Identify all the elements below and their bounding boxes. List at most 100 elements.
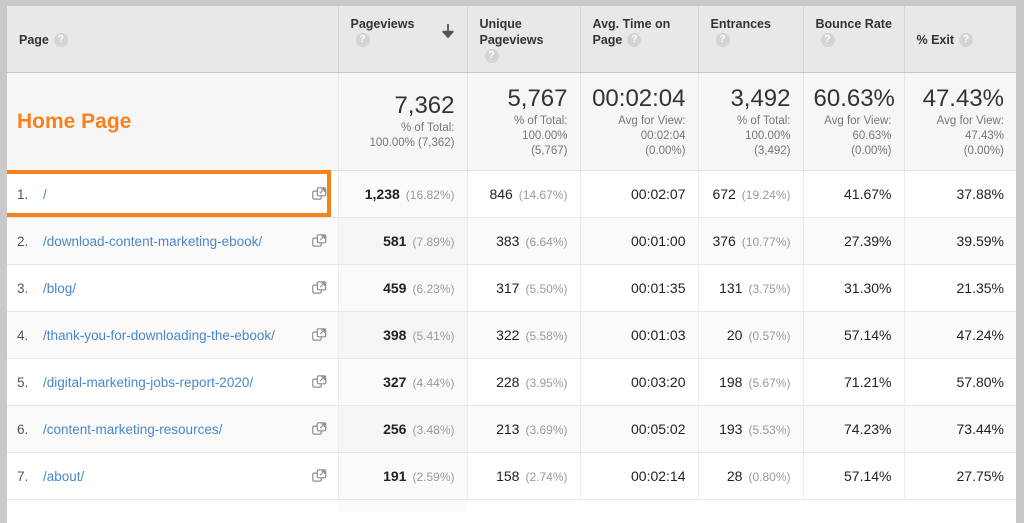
pageviews-cell: 327 (4.44%) <box>338 358 468 406</box>
entrances-value: 198 <box>719 374 743 390</box>
page-path-link[interactable]: /content-marketing-resources/ <box>43 421 275 438</box>
help-icon[interactable]: ? <box>959 32 974 47</box>
row-index: 7. <box>17 468 29 484</box>
summary-bounce-rate-note3: (0.00%) <box>851 144 892 157</box>
summary-exit-rate-value: 47.43% <box>922 84 1004 112</box>
page-path-link[interactable]: /blog/ <box>43 280 275 297</box>
help-icon[interactable]: ? <box>627 32 642 47</box>
exit-rate-cell: 27.75% <box>904 452 1016 500</box>
summary-bounce-rate: 60.63% Avg for View: 60.63% (0.00%) <box>803 72 905 171</box>
unique-pageviews-value: 383 <box>496 233 520 249</box>
open-in-new-window-icon[interactable] <box>311 422 327 437</box>
table-row[interactable]: 2. /download-content-marketing-ebook/581 (… <box>7 217 1016 265</box>
unique-pageviews-percent: (3.69%) <box>525 423 568 437</box>
page-cell[interactable]: 5. /digital-marketing-jobs-report-2020/ <box>7 358 339 406</box>
exit-rate-value: 39.59% <box>956 233 1004 249</box>
exit-rate-value: 73.44% <box>956 421 1004 437</box>
page-path-link[interactable]: /download-content-marketing-ebook/ <box>43 233 275 250</box>
column-header-pageviews[interactable]: Pageviews ? <box>338 6 468 73</box>
entrances-cell: 28 (0.80%) <box>698 452 804 500</box>
avg-time-cell: 00:01:35 <box>580 264 699 312</box>
bounce-rate-cell: 27.39% <box>803 217 905 265</box>
entrances-percent: (5.67%) <box>748 376 791 390</box>
summary-exit-rate-note3: (0.00%) <box>963 144 1004 157</box>
help-icon[interactable]: ? <box>484 48 499 63</box>
table-header: Page? Pageviews ? Unique Pageviews ? Avg… <box>7 6 1016 73</box>
column-header-entrances[interactable]: Entrances ? <box>698 6 804 73</box>
help-icon[interactable]: ? <box>820 32 835 47</box>
column-header-avg-time-on-page[interactable]: Avg. Time on Page? <box>580 6 699 73</box>
table-row[interactable]: 4. /thank-you-for-downloading-the-ebook/3… <box>7 311 1016 359</box>
unique-pageviews-percent: (3.95%) <box>525 376 568 390</box>
summary-bounce-rate-note2: 60.63% <box>852 129 892 142</box>
page-path-link[interactable]: /about/ <box>43 468 275 485</box>
entrances-percent: (19.24%) <box>741 188 791 202</box>
entrances-cell: 198 (5.67%) <box>698 358 804 406</box>
entrances-percent: (0.57%) <box>748 329 791 343</box>
table-header-row: Page? Pageviews ? Unique Pageviews ? Avg… <box>7 6 1016 73</box>
summary-bounce-rate-note1: Avg for View: <box>824 114 892 127</box>
table-row-partial <box>7 499 1016 512</box>
avg-time-value: 00:02:14 <box>631 468 686 484</box>
sort-arrow-down-icon[interactable] <box>441 22 455 42</box>
page-cell[interactable]: 7. /about/ <box>7 452 339 500</box>
unique-pageviews-value: 846 <box>489 186 513 202</box>
table-row[interactable]: 1. / 1,238 (16.82%) 846 (14.67%) 00:02:07 672 (1… <box>7 170 1016 218</box>
avg-time-value: 00:02:07 <box>631 186 686 202</box>
column-header-exit-rate[interactable]: % Exit? <box>904 6 1016 73</box>
unique-pageviews-value: 322 <box>496 327 520 343</box>
unique-pageviews-value: 158 <box>496 468 520 484</box>
pageviews-value: 398 <box>383 327 407 343</box>
table-row[interactable]: 5. /digital-marketing-jobs-report-2020/32… <box>7 358 1016 406</box>
page-path-link[interactable]: /digital-marketing-jobs-report-2020/ <box>43 374 275 391</box>
table-scroll-container[interactable]: Page? Pageviews ? Unique Pageviews ? Avg… <box>7 6 1016 523</box>
column-header-unique-pageviews[interactable]: Unique Pageviews ? <box>467 6 581 73</box>
avg-time-cell: 00:02:14 <box>580 452 699 500</box>
summary-unique-pageviews-note2: 100.00% <box>522 129 568 142</box>
page-cell[interactable]: 2. /download-content-marketing-ebook/ <box>7 217 339 265</box>
pageviews-cell: 581 (7.89%) <box>338 217 468 265</box>
bounce-rate-cell: 41.67% <box>803 170 905 218</box>
unique-pageviews-value: 213 <box>496 421 520 437</box>
open-in-new-window-icon[interactable] <box>311 375 327 390</box>
page-path-link[interactable]: /thank-you-for-downloading-the-ebook/ <box>43 327 275 344</box>
help-icon[interactable]: ? <box>53 32 68 47</box>
entrances-cell: 193 (5.53%) <box>698 405 804 453</box>
avg-time-value: 00:01:03 <box>631 327 686 343</box>
summary-avg-time-note3: (0.00%) <box>645 144 686 157</box>
entrances-value: 672 <box>712 186 736 202</box>
summary-avg-time-value: 00:02:04 <box>592 84 686 112</box>
entrances-value: 193 <box>719 421 743 437</box>
column-header-bounce-rate[interactable]: Bounce Rate ? <box>803 6 905 73</box>
column-header-page[interactable]: Page? <box>7 6 339 73</box>
exit-rate-cell: 39.59% <box>904 217 1016 265</box>
help-icon[interactable]: ? <box>355 32 370 47</box>
help-icon[interactable]: ? <box>715 32 730 47</box>
entrances-value: 376 <box>712 233 736 249</box>
pageviews-percent: (5.41%) <box>412 329 455 343</box>
page-cell[interactable]: 1. / <box>7 170 339 218</box>
summary-unique-pageviews: 5,767 % of Total: 100.00% (5,767) <box>467 72 581 171</box>
page-cell[interactable]: 4. /thank-you-for-downloading-the-ebook/ <box>7 311 339 359</box>
summary-pageviews: 7,362 % of Total: 100.00% (7,362) <box>338 72 468 171</box>
entrances-percent: (10.77%) <box>741 235 791 249</box>
unique-pageviews-value: 317 <box>496 280 520 296</box>
page-cell[interactable]: 3. /blog/ <box>7 264 339 312</box>
table-row[interactable]: 3. /blog/459 (6.23%) 317 (5.50%) 00:01:35 131 (… <box>7 264 1016 312</box>
pageviews-value: 256 <box>383 421 407 437</box>
unique-pageviews-cell: 158 (2.74%) <box>467 452 581 500</box>
open-in-new-window-icon[interactable] <box>311 281 327 296</box>
page-path-link[interactable]: / <box>43 186 275 203</box>
table-row[interactable]: 7. /about/191 (2.59%) 158 (2.74%) 00:02:14 28 (… <box>7 452 1016 500</box>
page-cell[interactable]: 6. /content-marketing-resources/ <box>7 405 339 453</box>
open-in-new-window-icon[interactable] <box>311 187 327 202</box>
open-in-new-window-icon[interactable] <box>311 328 327 343</box>
table-row[interactable]: 6. /content-marketing-resources/256 (3.48%… <box>7 405 1016 453</box>
summary-avg-time: 00:02:04 Avg for View: 00:02:04 (0.00%) <box>580 72 699 171</box>
summary-avg-time-note1: Avg for View: <box>618 114 686 127</box>
open-in-new-window-icon[interactable] <box>311 469 327 484</box>
open-in-new-window-icon[interactable] <box>311 234 327 249</box>
exit-rate-cell: 57.80% <box>904 358 1016 406</box>
unique-pageviews-cell: 213 (3.69%) <box>467 405 581 453</box>
summary-avg-time-note2: 00:02:04 <box>640 129 686 142</box>
